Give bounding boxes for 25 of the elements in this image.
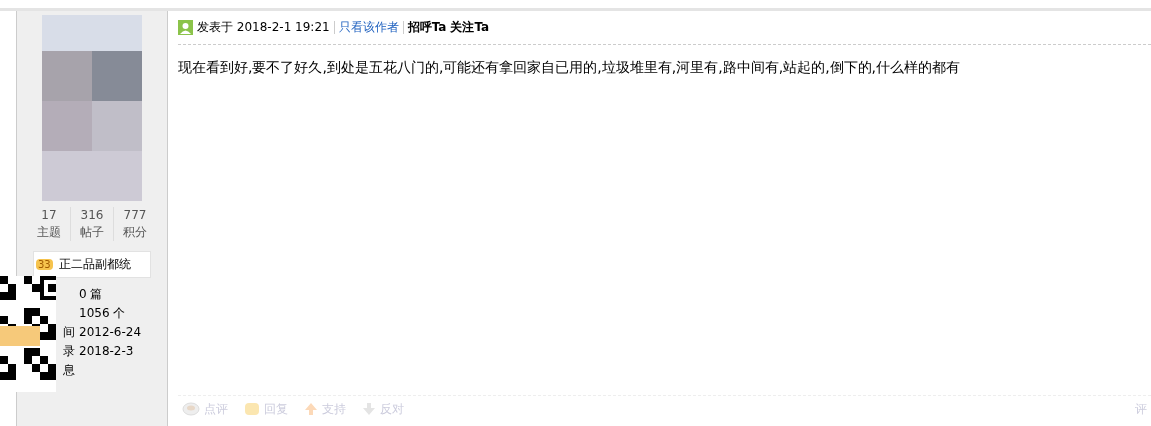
stat-label: 帖子 [79,224,105,241]
info-value: 0 篇 [79,286,104,303]
post-body: 现在看到好,要不了好久,到处是五花八门的,可能还有拿回家自已用的,垃圾堆里有,河里有,路中间有,站起的,倒下的,什么样的都有 [178,59,962,77]
greet-link[interactable]: 招呼Ta [407,19,447,36]
up-arrow-icon [304,402,318,416]
follow-link[interactable]: 关注Ta [450,19,490,36]
cup-icon [182,402,200,416]
only-author-link[interactable]: 只看该作者 [338,19,399,36]
info-label: 录 [62,343,76,360]
info-value: 2018-2-3 [79,343,135,360]
info-label: 息 [62,362,76,379]
stat-value: 777 [122,207,148,224]
speech-bubble-icon [244,402,260,416]
info-value: 2012-6-24 [79,324,143,341]
medal-title: 正二品副都统 [58,256,131,273]
stat-value: 17 [40,207,58,224]
post-date: 发表于 2018-2-1 19:21 [197,19,330,36]
medal-badge: 33 [36,259,53,270]
down-arrow-icon [362,402,376,416]
stat-label: 主题 [36,224,62,241]
user-icon [178,20,193,35]
stat-value: 316 [79,207,105,224]
stat-label: 积分 [122,224,148,241]
info-label: 间 [62,324,76,341]
info-value: 1056 个 [79,305,127,322]
